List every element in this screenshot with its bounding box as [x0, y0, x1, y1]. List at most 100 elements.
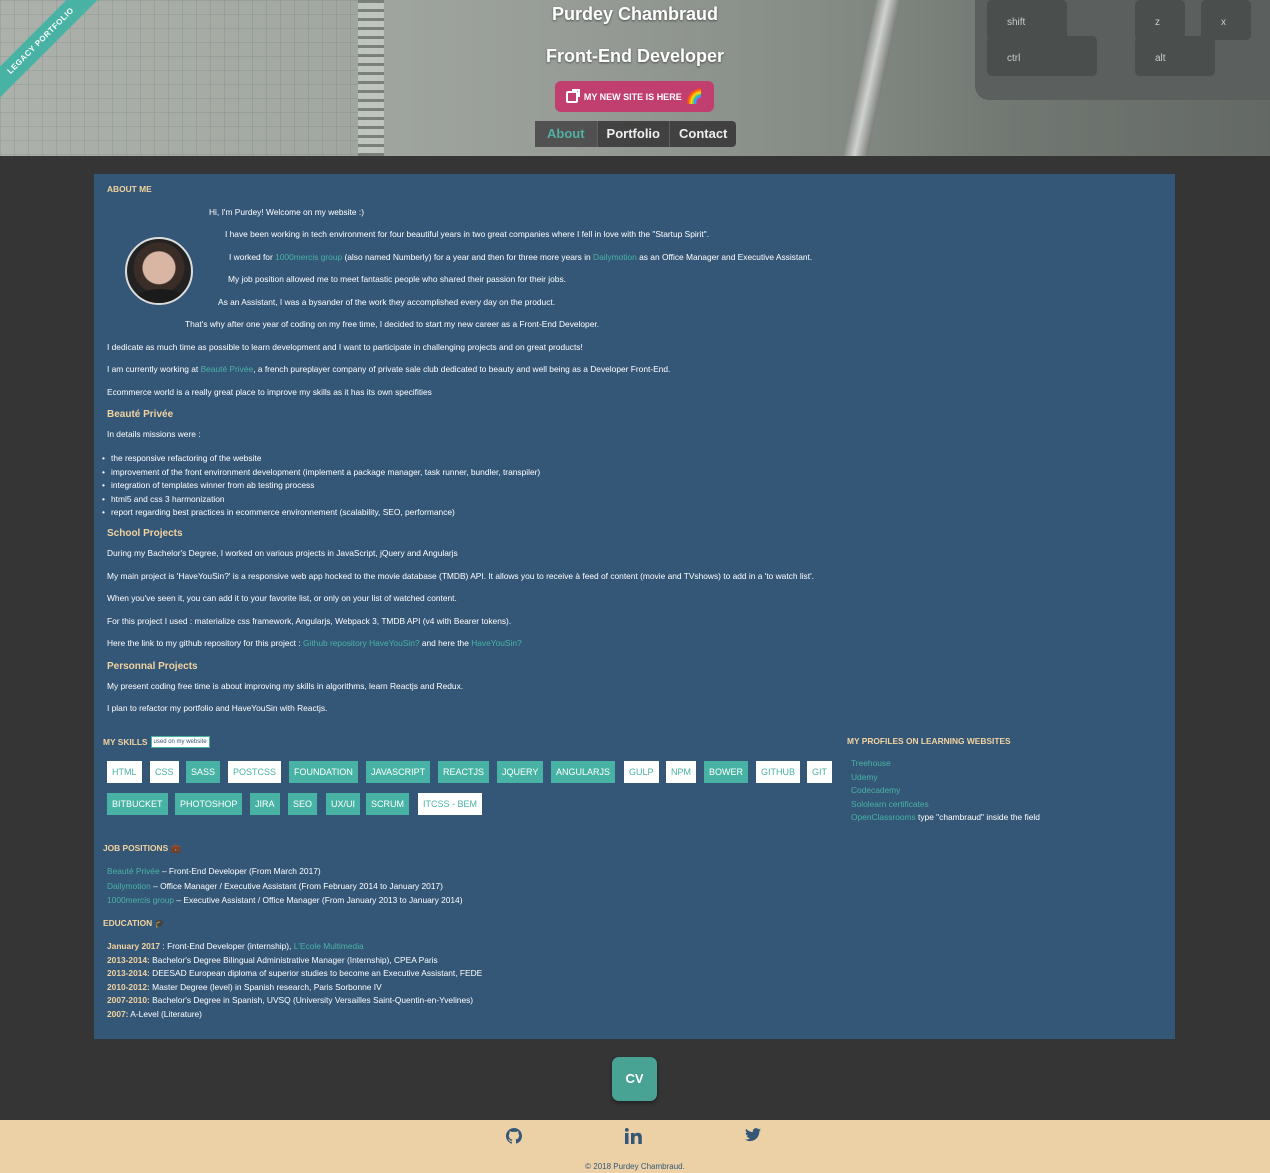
link-dailymotion[interactable]: Dailymotion: [593, 252, 637, 262]
openclassrooms-note: type "chambraud" inside the field: [915, 812, 1040, 822]
link-codecademy[interactable]: Codecademy: [851, 785, 900, 795]
skill-tag: JIRA: [250, 793, 280, 815]
link-github-repo[interactable]: Github repository HaveYouSin?: [303, 638, 420, 648]
about-paragraph: As an Assistant, I was a bysander of the…: [218, 297, 556, 307]
github-icon[interactable]: [506, 1128, 522, 1148]
header-banner: shift z x ctrl alt LEGACY PORTFOLIO Purd…: [0, 0, 1270, 156]
copyright: © 2018 Purdey Chambraud.: [585, 1162, 685, 1171]
about-paragraph: I am currently working at Beauté Privée,…: [107, 364, 671, 374]
link-haveyousin[interactable]: HaveYouSin?: [471, 638, 521, 648]
missions-intro: In details missions were :: [107, 429, 201, 439]
education-row: 2007-2010: Bachelor's Degree in Spanish,…: [107, 995, 474, 1005]
school-paragraph: For this project I used : materialize cs…: [107, 616, 512, 626]
link-job-company[interactable]: 1000mercis group: [107, 895, 174, 905]
skill-tag: NPM: [666, 761, 696, 783]
link-job-company[interactable]: Dailymotion: [107, 881, 151, 891]
education-row: 2013-2014: DEESAD European diploma of su…: [107, 968, 483, 978]
beaute-privee-heading: Beauté Privée: [107, 409, 174, 420]
list-item: report regarding best practices in ecomm…: [102, 506, 540, 520]
new-site-label: MY NEW SITE IS HERE: [583, 91, 682, 102]
job-row: Beauté Privée – Front-End Developer (Fro…: [107, 866, 321, 876]
about-paragraph: I dedicate as much time as possible to l…: [107, 342, 583, 352]
link-1000mercis[interactable]: 1000mercis group: [275, 252, 342, 262]
about-paragraph: My job position allowed me to meet fanta…: [228, 274, 566, 284]
school-paragraph: My main project is 'HaveYouSin?' is a re…: [107, 571, 814, 581]
list-item: html5 and css 3 harmonization: [102, 493, 540, 507]
briefcase-icon: 💼: [170, 843, 181, 853]
profiles-heading: MY PROFILES ON LEARNING WEBSITES: [847, 736, 1011, 746]
skill-tag: REACTJS: [438, 761, 490, 783]
about-panel: ABOUT ME Hi, I'm Purdey! Welcome on my w…: [94, 174, 1175, 1039]
skill-tag: UX/UI: [326, 793, 361, 815]
cv-download-button[interactable]: CV: [612, 1057, 657, 1101]
education-heading: EDUCATION 🎓: [103, 918, 165, 928]
link-udemy[interactable]: Udemy: [851, 772, 878, 782]
school-paragraph: When you've seen it, you can add it to y…: [107, 593, 457, 603]
skill-tag: CSS: [150, 761, 179, 783]
job-row: 1000mercis group – Executive Assistant /…: [107, 895, 463, 905]
rainbow-icon: 🌈: [685, 88, 704, 104]
job-positions-heading: JOB POSITIONS 💼: [103, 843, 181, 853]
twitter-icon[interactable]: [745, 1128, 761, 1146]
avatar: [125, 237, 193, 305]
education-row: January 2017 : Front-End Developer (inte…: [107, 941, 364, 951]
list-item: the responsive refactoring of the websit…: [102, 452, 540, 466]
footer: © 2018 Purdey Chambraud.: [0, 1120, 1270, 1173]
about-heading: ABOUT ME: [107, 184, 152, 194]
skill-tag: GIT: [807, 761, 832, 783]
about-intro: Hi, I'm Purdey! Welcome on my website :): [209, 207, 365, 217]
skill-tag: JQUERY: [497, 761, 544, 783]
link-sololearn[interactable]: Sololearn certificates: [851, 799, 929, 809]
graduation-cap-icon: 🎓: [154, 918, 165, 928]
personal-projects-heading: Personnal Projects: [107, 661, 198, 672]
skill-tag: GULP: [624, 761, 659, 783]
link-treehouse[interactable]: Treehouse: [851, 758, 891, 768]
job-row: Dailymotion – Office Manager / Executive…: [107, 881, 443, 891]
skill-tag: GITHUB: [756, 761, 801, 783]
main-nav: About Portfolio Contact: [535, 121, 737, 147]
about-paragraph: That's why after one year of coding on m…: [185, 319, 600, 329]
skill-tag: BITBUCKET: [107, 793, 168, 815]
personal-paragraph: My present coding free time is about imp…: [107, 681, 464, 691]
new-site-button[interactable]: MY NEW SITE IS HERE 🌈: [555, 81, 714, 112]
profiles-list: Treehouse Udemy Codecademy Sololearn cer…: [851, 757, 1040, 825]
list-item: improvement of the front environment dev…: [102, 466, 540, 480]
school-projects-heading: School Projects: [107, 528, 183, 539]
education-row: 2010-2012: Master Degree (level) in Span…: [107, 982, 382, 992]
skill-tag: ANGULARJS: [551, 761, 616, 783]
school-paragraph: During my Bachelor's Degree, I worked on…: [107, 548, 458, 558]
personal-paragraph: I plan to refactor my portfolio and Have…: [107, 703, 328, 713]
school-paragraph: Here the link to my github repository fo…: [107, 638, 522, 648]
link-job-company[interactable]: Beauté Privée: [107, 866, 160, 876]
skill-tag: SCRUM: [366, 793, 409, 815]
skills-header: MY SKILLS used on my website: [103, 736, 210, 748]
linkedin-icon[interactable]: [624, 1128, 642, 1148]
skill-tag: SASS: [186, 761, 221, 783]
site-title: Purdey Chambraud: [551, 4, 719, 24]
skill-tag: ITCSS - BEM: [418, 793, 483, 815]
nav-portfolio[interactable]: Portfolio: [598, 121, 670, 147]
skill-tag: HTML: [107, 761, 142, 783]
external-link-icon: [565, 88, 580, 103]
skill-tag: POSTCSS: [228, 761, 282, 783]
about-paragraph: I worked for 1000mercis group (also name…: [229, 252, 813, 262]
education-row: 2013-2014: Bachelor's Degree Bilingual A…: [107, 955, 438, 965]
nav-about[interactable]: About: [535, 121, 598, 147]
skill-tag: PHOTOSHOP: [175, 793, 243, 815]
missions-list: the responsive refactoring of the websit…: [102, 452, 540, 520]
used-on-website-badge: used on my website: [150, 736, 210, 748]
skills-heading: MY SKILLS: [103, 736, 148, 747]
list-item: integration of templates winner from ab …: [102, 479, 540, 493]
about-paragraph: I have been working in tech environment …: [225, 229, 710, 239]
link-openclassrooms[interactable]: OpenClassrooms: [851, 812, 916, 822]
about-paragraph: Ecommerce world is a really great place …: [107, 387, 432, 397]
skill-tag: JAVASCRIPT: [366, 761, 431, 783]
link-beaute-privee[interactable]: Beauté Privée: [201, 364, 254, 374]
site-subtitle: Front-End Developer: [545, 46, 724, 66]
link-ecole-multimedia[interactable]: L'Ecole Multimedia: [294, 941, 364, 951]
skill-tag: FOUNDATION: [289, 761, 358, 783]
nav-contact[interactable]: Contact: [670, 121, 736, 147]
education-row: 2007: A-Level (Literature): [107, 1009, 202, 1019]
skill-tag: SEO: [288, 793, 318, 815]
skill-tag: BOWER: [704, 761, 749, 783]
